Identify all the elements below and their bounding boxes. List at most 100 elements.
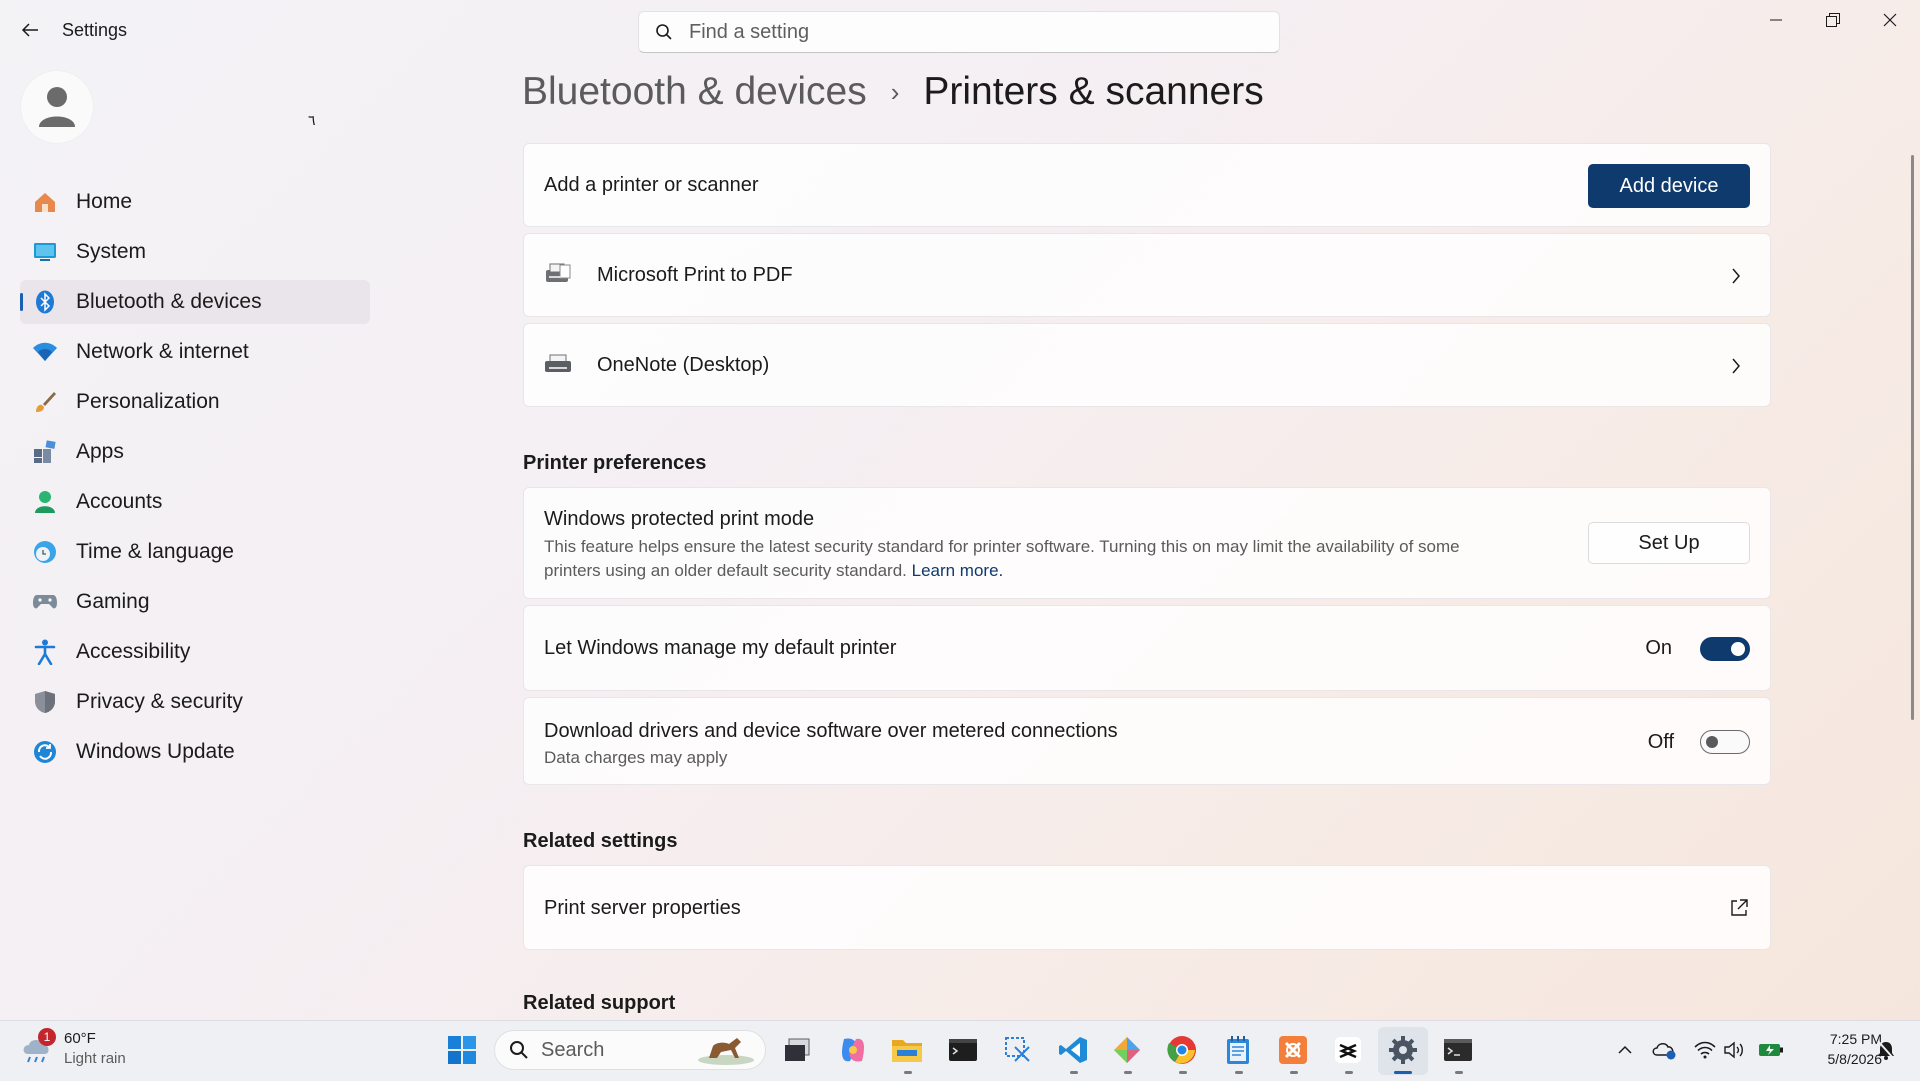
- clock[interactable]: 7:25 PM 5/8/2026: [1790, 1031, 1883, 1067]
- capcut-icon[interactable]: [1331, 1033, 1365, 1067]
- clock-date: 5/8/2026: [1827, 1051, 1883, 1067]
- metered-connections-title: Download drivers and device software ove…: [544, 720, 1118, 742]
- protected-print-mode-title: Windows protected print mode: [544, 508, 815, 530]
- sidebar-item-accessibility[interactable]: Accessibility: [20, 630, 370, 674]
- back-button[interactable]: [14, 14, 46, 46]
- task-view-icon[interactable]: [780, 1033, 814, 1067]
- running-indicator: [1345, 1071, 1353, 1074]
- notepad-icon[interactable]: [1221, 1033, 1255, 1067]
- protected-print-mode-desc-line1: This feature helps ensure the latest sec…: [544, 537, 1460, 556]
- system-icon: [32, 239, 58, 265]
- weather-widget[interactable]: 1 60°F Light rain: [20, 1028, 140, 1074]
- notification-bell-icon[interactable]: [1874, 1033, 1898, 1067]
- search-icon: [656, 24, 672, 40]
- file-explorer-icon[interactable]: [890, 1033, 924, 1067]
- sidebar-item-label: Apps: [76, 440, 124, 463]
- chevron-right-icon: [1732, 268, 1740, 284]
- start-button[interactable]: [445, 1033, 479, 1067]
- add-printer-card: Add a printer or scanner Add device: [523, 143, 1771, 227]
- minimize-button[interactable]: [1752, 6, 1800, 34]
- sidebar-item-label: Windows Update: [76, 740, 235, 763]
- breadcrumb: Bluetooth & devices › Printers & scanner…: [522, 70, 1264, 114]
- sidebar-item-label: Privacy & security: [76, 690, 243, 713]
- sidebar-item-network-internet[interactable]: Network & internet: [20, 330, 370, 374]
- bluetooth-icon: [32, 289, 58, 315]
- settings-gear-icon[interactable]: [1386, 1033, 1420, 1067]
- protected-print-mode-card: Windows protected print mode This featur…: [523, 487, 1771, 599]
- running-indicator: [1179, 1071, 1187, 1074]
- sidebar-item-personalization[interactable]: Personalization: [20, 380, 370, 424]
- add-printer-label: Add a printer or scanner: [544, 174, 759, 196]
- learn-more-link[interactable]: Learn more.: [912, 561, 1004, 580]
- clock-globe-icon: [32, 539, 58, 565]
- snipping-tool-icon[interactable]: [1001, 1033, 1035, 1067]
- home-icon: [32, 189, 58, 215]
- sidebar-item-label: Network & internet: [76, 340, 249, 363]
- sidebar-item-system[interactable]: System: [20, 230, 370, 274]
- weather-temperature: 60°F: [64, 1030, 96, 1047]
- taskbar-search[interactable]: Search: [494, 1030, 766, 1070]
- manage-default-printer-toggle[interactable]: [1700, 637, 1750, 661]
- copilot-icon[interactable]: [836, 1033, 870, 1067]
- user-icon: [39, 87, 75, 127]
- terminal-icon[interactable]: [946, 1033, 980, 1067]
- sidebar-item-label: Bluetooth & devices: [76, 290, 262, 313]
- sidebar-item-windows-update[interactable]: Windows Update: [20, 730, 370, 774]
- sidebar-item-label: Gaming: [76, 590, 150, 613]
- open-external-icon: [1731, 899, 1748, 916]
- search-box[interactable]: [638, 11, 1280, 53]
- toggle-state-label: Off: [1647, 731, 1674, 753]
- search-highlight-horse-icon: [698, 1038, 754, 1065]
- chrome-icon[interactable]: [1165, 1033, 1199, 1067]
- taskbar-search-label: Search: [541, 1038, 605, 1061]
- related-support-heading: Related support: [523, 992, 676, 1014]
- weather-description: Light rain: [64, 1050, 126, 1067]
- printer-item-onenote-desktop[interactable]: OneNote (Desktop): [523, 323, 1771, 407]
- gamepad-icon: [32, 589, 58, 615]
- update-icon: [32, 739, 58, 765]
- protected-print-mode-desc-line2: printers using an older default security…: [544, 561, 907, 580]
- wifi-status-icon[interactable]: [1691, 1033, 1719, 1067]
- printer-preferences-heading: Printer preferences: [523, 452, 707, 474]
- sidebar-item-bluetooth-devices[interactable]: Bluetooth & devices: [20, 280, 370, 324]
- back-arrow-icon: [21, 23, 38, 37]
- metered-connections-card: Download drivers and device software ove…: [523, 697, 1771, 785]
- restore-button[interactable]: [1809, 6, 1857, 34]
- paint-app-icon[interactable]: [1110, 1033, 1144, 1067]
- active-app-indicator: [1394, 1071, 1412, 1074]
- sidebar-item-label: Accounts: [76, 490, 163, 513]
- show-hidden-icons-chevron-icon[interactable]: [1611, 1033, 1639, 1067]
- vscode-icon[interactable]: [1056, 1033, 1090, 1067]
- add-device-button[interactable]: Add device: [1588, 164, 1750, 208]
- sidebar-item-home[interactable]: Home: [20, 180, 370, 224]
- print-server-properties-label: Print server properties: [544, 897, 741, 919]
- volume-icon[interactable]: [1720, 1033, 1748, 1067]
- restore-icon: [1826, 13, 1840, 27]
- set-up-button[interactable]: Set Up: [1588, 522, 1750, 564]
- printer-item-microsoft-print-to-pdf[interactable]: Microsoft Print to PDF: [523, 233, 1771, 317]
- accounts-icon: [32, 489, 58, 515]
- command-prompt-icon[interactable]: [1441, 1033, 1475, 1067]
- sidebar-item-gaming[interactable]: Gaming: [20, 580, 370, 624]
- onedrive-icon[interactable]: [1650, 1033, 1678, 1067]
- sidebar-item-privacy-security[interactable]: Privacy & security: [20, 680, 370, 724]
- close-button[interactable]: [1866, 6, 1914, 34]
- metered-connections-toggle[interactable]: [1700, 730, 1750, 754]
- search-input[interactable]: [687, 19, 1251, 45]
- running-indicator: [1455, 1071, 1463, 1074]
- sidebar-item-apps[interactable]: Apps: [20, 430, 370, 474]
- printer-name: Microsoft Print to PDF: [597, 264, 793, 286]
- breadcrumb-parent-link[interactable]: Bluetooth & devices: [522, 70, 867, 114]
- scrollbar[interactable]: [1911, 155, 1914, 720]
- sidebar-item-accounts[interactable]: Accounts: [20, 480, 370, 524]
- page-title: Printers & scanners: [923, 70, 1264, 113]
- sidebar-item-label: Home: [76, 190, 133, 213]
- avatar[interactable]: [20, 70, 94, 144]
- battery-charging-icon[interactable]: [1757, 1033, 1785, 1067]
- manage-default-printer-title: Let Windows manage my default printer: [544, 637, 897, 659]
- sidebar-item-time-language[interactable]: Time & language: [20, 530, 370, 574]
- weather-alert-badge: 1: [38, 1028, 56, 1046]
- xampp-icon[interactable]: [1276, 1033, 1310, 1067]
- print-server-properties-item[interactable]: Print server properties: [523, 865, 1771, 950]
- manage-default-printer-card: Let Windows manage my default printer On: [523, 605, 1771, 691]
